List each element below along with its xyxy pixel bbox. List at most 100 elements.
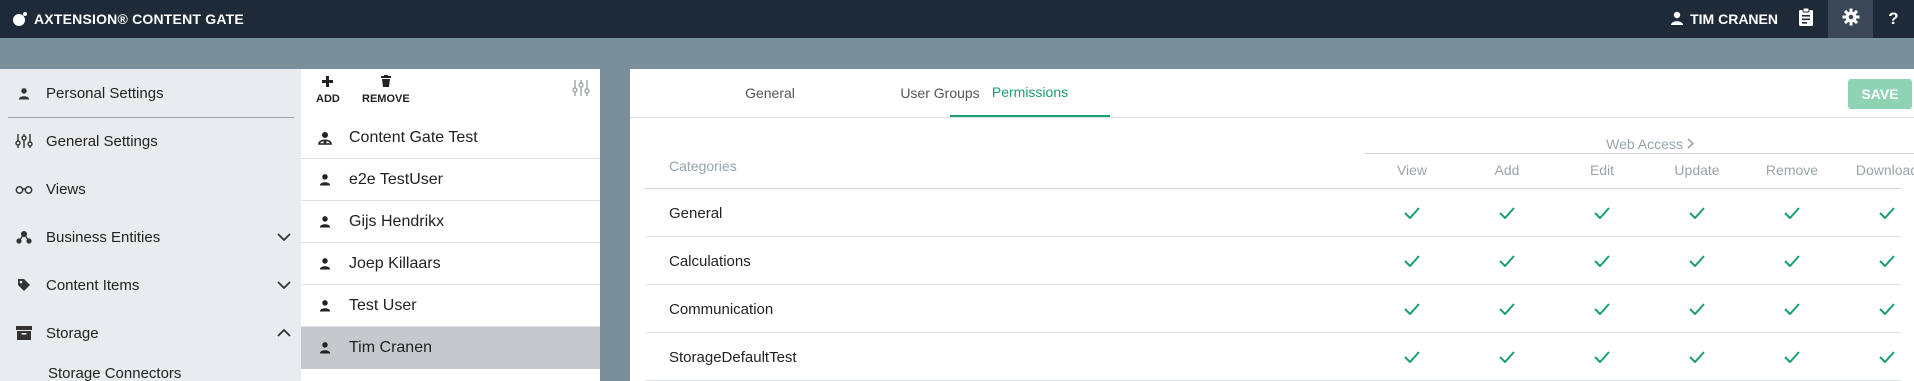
add-user-button[interactable]: ADD <box>316 75 340 105</box>
permission-toggle-edit[interactable] <box>1557 237 1647 285</box>
user-name: Joep Killaars <box>349 254 441 272</box>
user-name: TIM CRANEN <box>1690 11 1778 27</box>
app-brand[interactable]: AXTENSION® CONTENT GATE <box>12 0 244 38</box>
user-name: Content Gate Test <box>349 128 478 146</box>
remove-user-button[interactable]: REMOVE <box>362 75 410 105</box>
settings-button[interactable] <box>1828 0 1873 38</box>
sidebar-item-storage[interactable]: Storage <box>8 309 294 357</box>
sidebar-item-personal-settings[interactable]: Personal Settings <box>8 69 294 117</box>
user-name: Tim Cranen <box>349 338 432 356</box>
permission-toggle-add[interactable] <box>1462 333 1552 381</box>
check-icon <box>1689 351 1705 363</box>
category-label: Calculations <box>669 252 751 270</box>
chevron-up-icon[interactable] <box>274 329 294 337</box>
sidebar-item-views[interactable]: Views <box>8 165 294 213</box>
sidebar-item-content-items[interactable]: Content Items <box>8 261 294 309</box>
check-icon <box>1879 207 1895 219</box>
logo-icon <box>12 11 28 27</box>
sidebar-item-label: Content Items <box>46 276 140 294</box>
permission-toggle-download[interactable] <box>1842 237 1914 285</box>
clipboard-icon <box>1798 7 1814 31</box>
tab-general[interactable]: General <box>710 69 830 117</box>
help-button[interactable]: ? <box>1873 0 1914 38</box>
gear-icon <box>1842 8 1860 31</box>
permission-toggle-remove[interactable] <box>1747 285 1837 333</box>
check-icon <box>1404 207 1420 219</box>
chevron-down-icon[interactable] <box>274 281 294 289</box>
sidebar-item-general-settings[interactable]: General Settings <box>8 117 294 165</box>
users-panel: ADD REMOVE Content Gate Test e2e TestUse… <box>301 69 600 381</box>
check-icon <box>1689 303 1705 315</box>
user-menu[interactable]: TIM CRANEN <box>1670 0 1778 38</box>
check-icon <box>1499 303 1515 315</box>
check-icon <box>1594 351 1610 363</box>
sidebar-item-label: General Settings <box>46 132 158 150</box>
permission-toggle-download[interactable] <box>1842 189 1914 237</box>
user-list-item[interactable]: e2e TestUser <box>301 159 600 201</box>
permission-toggle-view[interactable] <box>1367 237 1457 285</box>
app-title: AXTENSION® CONTENT GATE <box>34 11 244 27</box>
check-icon <box>1784 207 1800 219</box>
check-icon <box>1879 255 1895 267</box>
help-icon: ? <box>1888 9 1899 28</box>
main-panel: General User Groups Permissions SAVE Cat… <box>630 69 1914 381</box>
network-icon <box>8 230 40 244</box>
permission-toggle-view[interactable] <box>1367 333 1457 381</box>
tag-icon <box>8 278 40 292</box>
remove-label: REMOVE <box>362 93 410 105</box>
user-list-item[interactable]: Test User <box>301 285 600 327</box>
tab-bar: General User Groups Permissions SAVE <box>630 69 1914 118</box>
person-icon <box>301 257 349 270</box>
permission-toggle-edit[interactable] <box>1557 285 1647 333</box>
check-icon <box>1879 351 1895 363</box>
permission-toggle-update[interactable] <box>1652 333 1742 381</box>
user-list-item[interactable]: Gijs Hendrikx <box>301 201 600 243</box>
chevron-down-icon[interactable] <box>274 233 294 241</box>
permission-toggle-remove[interactable] <box>1747 189 1837 237</box>
chevron-right-icon <box>1687 136 1695 152</box>
filter-settings-icon[interactable] <box>572 79 590 102</box>
permission-toggle-view[interactable] <box>1367 285 1457 333</box>
web-access-header[interactable]: Web Access <box>1365 134 1914 154</box>
check-icon <box>1404 255 1420 267</box>
check-icon <box>1404 351 1420 363</box>
permission-toggle-view[interactable] <box>1367 189 1457 237</box>
column-header-edit: Edit <box>1589 162 1615 178</box>
user-name: Test User <box>349 296 417 314</box>
permission-toggle-download[interactable] <box>1842 333 1914 381</box>
check-icon <box>1404 303 1420 315</box>
permission-toggle-edit[interactable] <box>1557 189 1647 237</box>
tab-permissions[interactable]: Permissions <box>950 69 1110 117</box>
category-label: StorageDefaultTest <box>669 348 797 366</box>
permissions-table: Categories Web Access View Add Edit Upda… <box>645 118 1914 381</box>
top-bar: AXTENSION® CONTENT GATE TIM CRANEN ? <box>0 0 1914 38</box>
check-icon <box>1594 303 1610 315</box>
column-header-download: Download <box>1855 162 1914 178</box>
clipboard-button[interactable] <box>1784 0 1828 38</box>
permission-toggle-add[interactable] <box>1462 285 1552 333</box>
column-header-remove: Remove <box>1765 162 1819 178</box>
permission-toggle-update[interactable] <box>1652 189 1742 237</box>
permission-toggle-download[interactable] <box>1842 285 1914 333</box>
permission-toggle-add[interactable] <box>1462 237 1552 285</box>
sidebar-subitem-storage-connectors[interactable]: Storage Connectors <box>48 365 181 381</box>
web-access-label: Web Access <box>1606 135 1683 152</box>
glasses-icon <box>8 184 40 194</box>
sidebar-item-business-entities[interactable]: Business Entities <box>8 213 294 261</box>
column-header-view: View <box>1396 162 1428 178</box>
permission-toggle-add[interactable] <box>1462 189 1552 237</box>
sidebar-item-label: Business Entities <box>46 228 161 246</box>
sliders-icon <box>8 133 40 149</box>
permission-toggle-update[interactable] <box>1652 237 1742 285</box>
save-button[interactable]: SAVE <box>1848 79 1912 109</box>
user-list-item-selected[interactable]: Tim Cranen <box>301 327 600 369</box>
permission-toggle-remove[interactable] <box>1747 333 1837 381</box>
permission-toggle-edit[interactable] <box>1557 333 1647 381</box>
table-row: Calculations <box>645 237 1901 285</box>
archive-icon <box>8 326 40 340</box>
user-name: e2e TestUser <box>349 170 443 188</box>
user-list-item[interactable]: Content Gate Test <box>301 117 600 159</box>
permission-toggle-update[interactable] <box>1652 285 1742 333</box>
user-list-item[interactable]: Joep Killaars <box>301 243 600 285</box>
permission-toggle-remove[interactable] <box>1747 237 1837 285</box>
